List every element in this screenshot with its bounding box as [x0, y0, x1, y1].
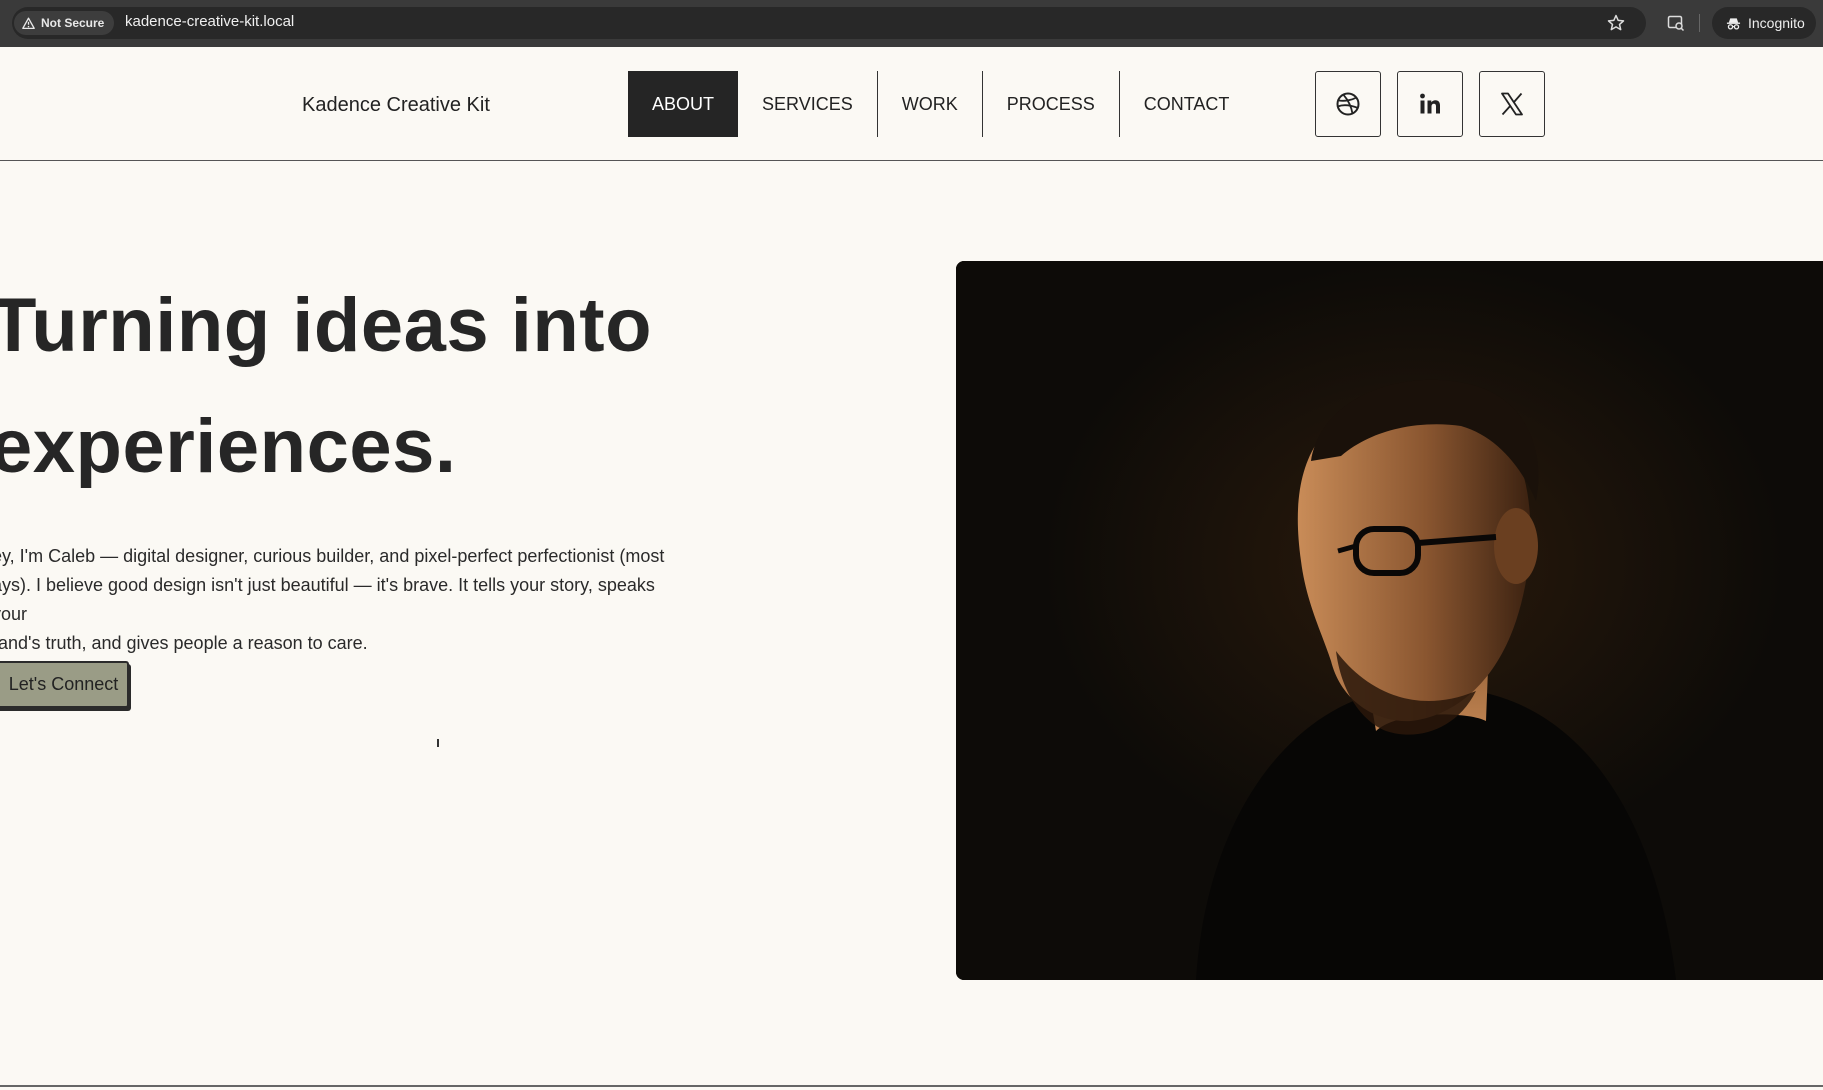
dribbble-icon — [1336, 92, 1360, 116]
url-text[interactable]: kadence-creative-kit.local — [125, 13, 294, 30]
dribbble-button[interactable] — [1315, 71, 1381, 137]
hero-intro: ey, I'm Caleb — digital designer, curiou… — [0, 542, 682, 658]
intro-line: ays). I believe good design isn't just b… — [0, 575, 655, 624]
browser-toolbar: Not Secure kadence-creative-kit.local In… — [0, 0, 1823, 47]
hero-title: Turning ideas into experiences. — [0, 265, 890, 507]
lets-connect-button[interactable]: Let's Connect — [0, 661, 129, 708]
x-icon — [1501, 92, 1523, 116]
security-badge[interactable]: Not Secure — [14, 11, 115, 35]
nav-process[interactable]: PROCESS — [981, 71, 1119, 137]
nav-work[interactable]: WORK — [876, 71, 982, 137]
incognito-label: Incognito — [1748, 15, 1805, 31]
warning-icon — [22, 17, 35, 29]
nav-about[interactable]: ABOUT — [628, 71, 739, 137]
nav-contact[interactable]: CONTACT — [1118, 71, 1254, 137]
x-button[interactable] — [1479, 71, 1545, 137]
hero-portrait — [956, 261, 1823, 980]
nav-services[interactable]: SERVICES — [738, 71, 877, 137]
main-menu: ABOUT SERVICES WORK PROCESS CONTACT — [628, 71, 1253, 137]
hero-title-line: Turning ideas into — [0, 283, 653, 368]
incognito-icon — [1726, 17, 1741, 30]
star-icon[interactable] — [1606, 13, 1626, 33]
hero-title-line: experiences. — [0, 404, 457, 489]
incognito-indicator[interactable]: Incognito — [1712, 7, 1816, 39]
linkedin-button[interactable] — [1397, 71, 1463, 137]
toolbar-divider — [1699, 14, 1700, 32]
security-label: Not Secure — [41, 16, 105, 30]
linkedin-icon — [1420, 93, 1440, 114]
site-header: Kadence Creative Kit ABOUT SERVICES WORK… — [0, 47, 1823, 161]
portrait-illustration — [956, 261, 1823, 980]
section-divider — [0, 1085, 1823, 1087]
intro-line: rand's truth, and gives people a reason … — [0, 633, 368, 653]
site-brand[interactable]: Kadence Creative Kit — [302, 94, 490, 117]
text-cursor — [437, 739, 439, 747]
lens-icon[interactable] — [1666, 13, 1686, 33]
intro-line: ey, I'm Caleb — digital designer, curiou… — [0, 546, 665, 566]
